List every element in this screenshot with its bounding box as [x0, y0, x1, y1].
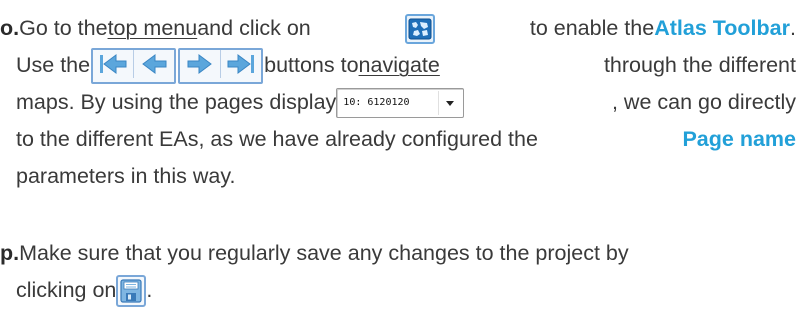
step-marker-o: o. [0, 16, 20, 40]
text: to enable the [529, 16, 655, 40]
text: through the different [603, 53, 796, 77]
top-menu-link: top menu [107, 16, 198, 40]
chevron-down-icon[interactable] [438, 90, 461, 115]
text: clicking on [16, 278, 117, 302]
step-o-line-4: to the different EAs, as we have already… [0, 121, 796, 158]
last-feature-icon[interactable] [221, 50, 261, 78]
text: maps. By using the pages display [16, 90, 337, 114]
text: parameters in this way. [16, 164, 236, 188]
step-p-line-1: p. Make sure that you regularly save any … [0, 235, 796, 272]
text: . [790, 16, 796, 40]
atlas-navigation-buttons [91, 47, 177, 84]
text: . [146, 278, 153, 302]
step-p-line-2: clicking on . [0, 272, 796, 309]
page-select[interactable]: 10: 6120120 [336, 87, 465, 118]
text: Use the [16, 53, 91, 77]
text: Make sure that you regularly save any ch… [19, 241, 629, 265]
navigate-link: navigate [358, 53, 440, 77]
text: , we can go directly [611, 90, 796, 114]
step-o: o. Go to the top menu and click on to ena… [0, 10, 796, 195]
text: to the different EAs, as we have already… [16, 127, 538, 151]
step-marker-p: p. [0, 241, 20, 265]
atlas-toolbar-icon[interactable] [405, 13, 436, 44]
save-project-icon[interactable] [116, 274, 147, 307]
step-o-line-5: parameters in this way. [0, 158, 796, 195]
step-o-line-3: maps. By using the pages display 10: 612… [0, 84, 796, 121]
text: and click on [197, 16, 311, 40]
step-o-line-2: Use the buttons to navigate through the … [0, 47, 796, 84]
next-feature-icon[interactable] [180, 49, 222, 78]
page-name-keyword: Page name [682, 127, 796, 151]
step-o-line-1: o. Go to the top menu and click on to ena… [0, 10, 796, 47]
step-p: p. Make sure that you regularly save any … [0, 235, 796, 309]
first-feature-icon[interactable] [93, 49, 135, 78]
atlas-navigation-buttons-right [178, 47, 264, 84]
text: buttons to [264, 53, 359, 77]
text: Go to the [19, 16, 108, 40]
instruction-document: o. Go to the top menu and click on to ena… [0, 0, 798, 322]
previous-feature-icon[interactable] [134, 50, 174, 78]
atlas-toolbar-keyword: Atlas Toolbar [654, 16, 790, 40]
page-select-value: 10: 6120120 [343, 96, 410, 108]
